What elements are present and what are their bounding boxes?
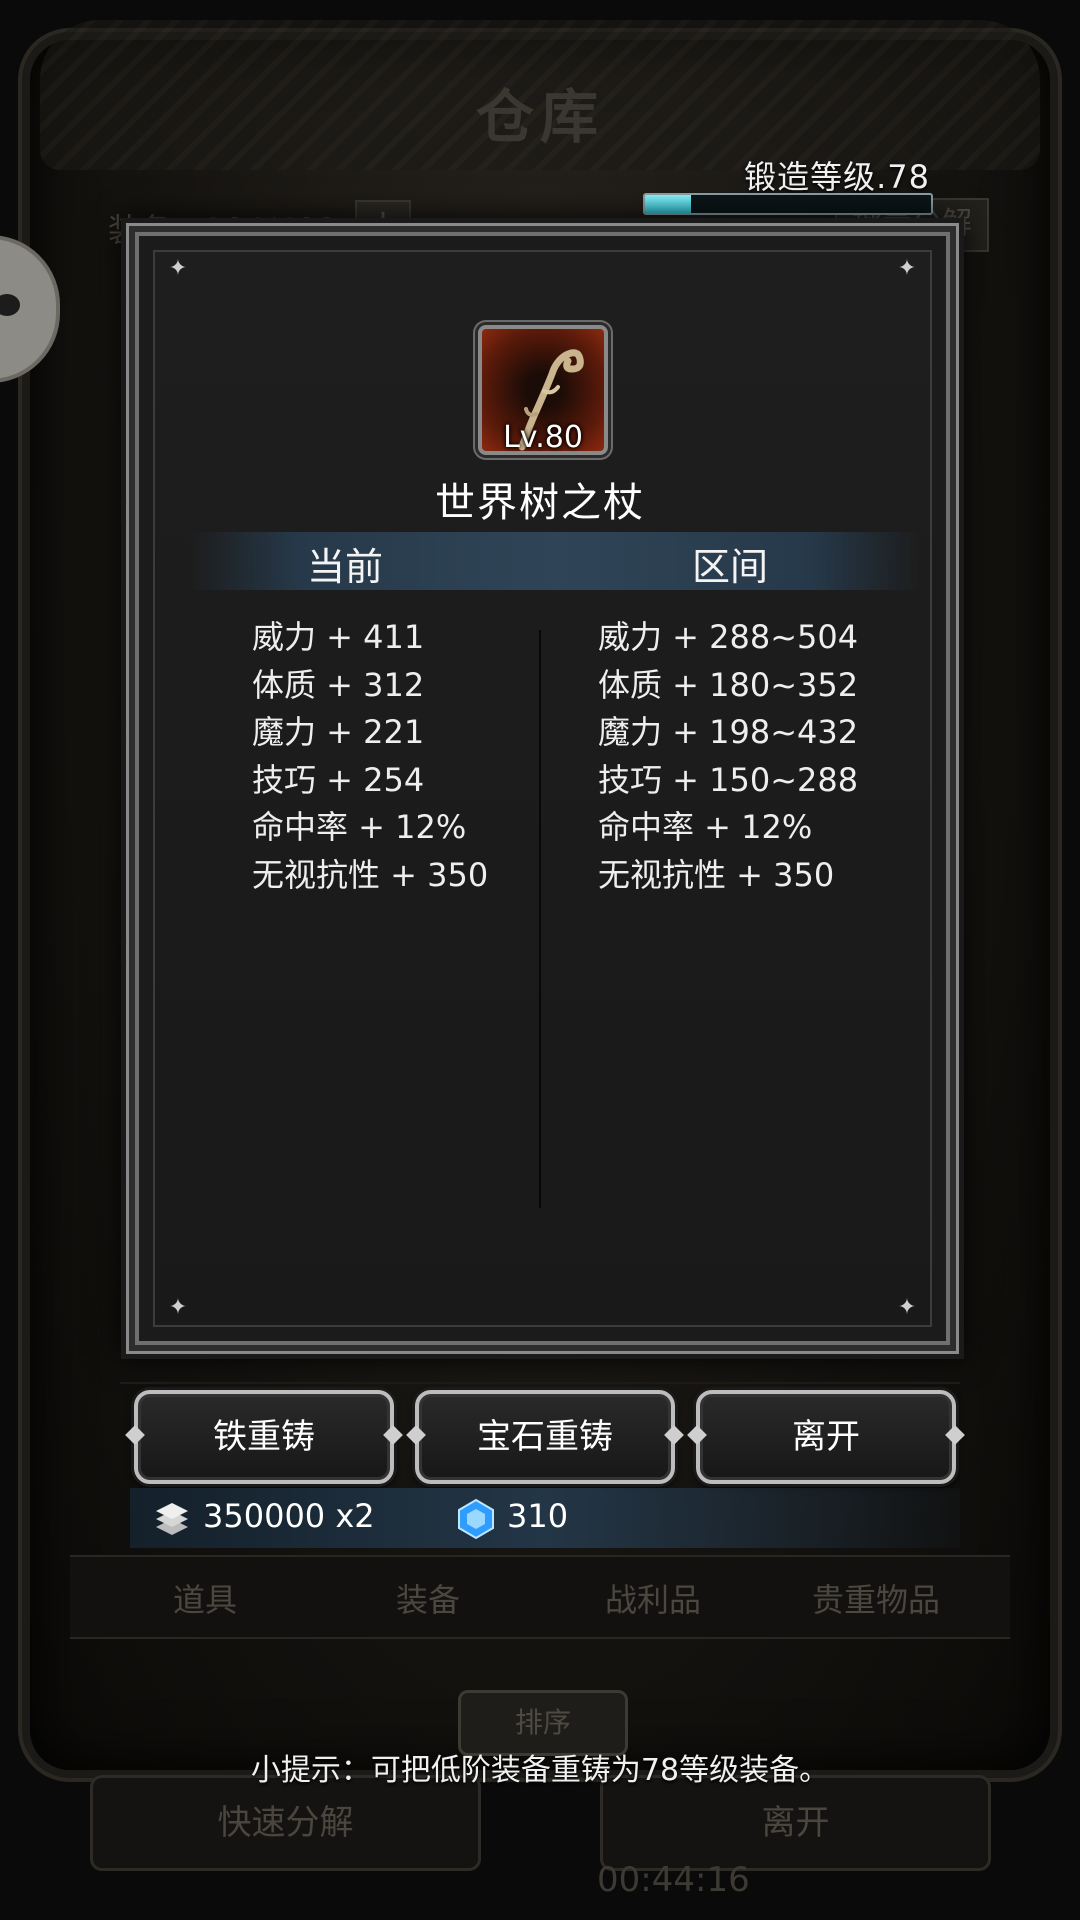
forge-progress-fill (645, 195, 691, 213)
stat-row: 技巧 + 150~288 (598, 760, 859, 799)
iron-ingot-icon (156, 1503, 188, 1535)
corner-ornament-icon: ✦ (897, 256, 917, 281)
tip-text: 小提示：可把低阶装备重铸为78等级装备。 (250, 1753, 830, 1788)
range-column-header: 区间 (691, 545, 768, 589)
gem-cost: 310 (507, 1497, 569, 1535)
tab-items[interactable]: 道具 (105, 1575, 305, 1621)
stat-row: 魔力 + 221 (252, 713, 425, 751)
stat-row: 无视抗性 + 350 (252, 855, 489, 894)
stat-row: 命中率 + 12% (598, 808, 813, 846)
leave-button[interactable]: 离开 (696, 1390, 956, 1484)
corner-ornament-icon: ✦ (897, 1295, 917, 1320)
quick-dismantle-button[interactable]: 快速分解 (90, 1775, 481, 1871)
item-level: Lv.80 (503, 420, 583, 455)
corner-ornament-icon: ✦ (168, 256, 188, 281)
warehouse-title: 仓库 (475, 83, 604, 151)
warehouse-leave-button[interactable]: 离开 (600, 1775, 991, 1871)
tab-valuables[interactable]: 贵重物品 (776, 1575, 976, 1621)
column-divider (539, 630, 541, 1208)
forge-level-label: 锻造等级.78 (744, 158, 930, 196)
current-stats-list: 威力 + 411 体质 + 312 魔力 + 221 技巧 + 254 命中率 … (252, 612, 488, 897)
tab-equipment[interactable]: 装备 (328, 1575, 528, 1621)
stat-row: 魔力 + 198~432 (598, 713, 859, 751)
stat-row: 威力 + 411 (252, 618, 425, 656)
stat-row: 体质 + 180~352 (598, 665, 859, 704)
stat-row: 威力 + 288~504 (598, 618, 859, 656)
stat-row: 命中率 + 12% (252, 808, 467, 846)
item-name: 世界树之杖 (435, 480, 645, 526)
stat-row: 无视抗性 + 350 (598, 855, 835, 894)
current-column-header: 当前 (306, 545, 383, 589)
forge-progress-bar (643, 193, 933, 215)
tab-loot[interactable]: 战利品 (553, 1575, 753, 1621)
iron-cost: 350000 x2 (203, 1497, 375, 1535)
stat-row: 技巧 + 254 (252, 760, 425, 799)
range-stats-list: 威力 + 288~504 体质 + 180~352 魔力 + 198~432 技… (598, 612, 858, 897)
avatar-eye (0, 294, 20, 316)
game-screen: 仓库 装备：304/400 + 批量分解 道具 装备 战利品 贵重物品 排序 快… (0, 0, 1080, 1920)
corner-ornament-icon: ✦ (168, 1295, 188, 1320)
iron-reforge-button[interactable]: 铁重铸 (134, 1390, 394, 1484)
timer: 00:44:16 (597, 1860, 750, 1900)
stat-row: 体质 + 312 (252, 665, 425, 704)
gem-reforge-button[interactable]: 宝石重铸 (415, 1390, 675, 1484)
ingot-layer (156, 1503, 188, 1519)
blue-gem-icon (458, 1498, 494, 1540)
